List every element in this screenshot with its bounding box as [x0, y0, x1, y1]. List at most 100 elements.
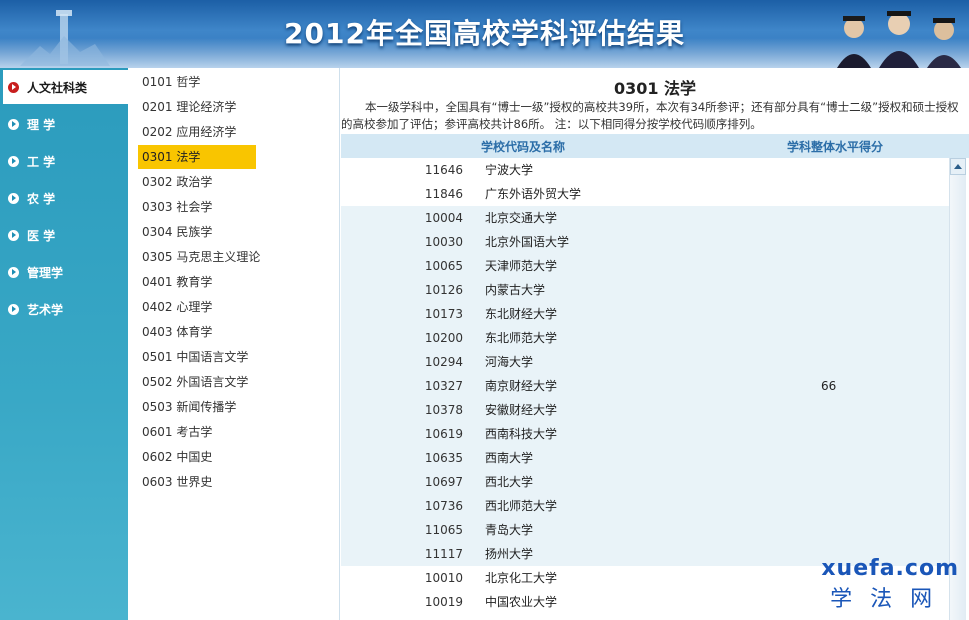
arrow-right-icon	[8, 192, 19, 204]
category-item[interactable]: 人文社科类	[3, 70, 128, 104]
table-row: 11065 青岛大学	[341, 518, 949, 542]
category-label: 理 学	[27, 117, 56, 132]
page: 2012年全国高校学科评估结果 人文社科类理 学工 学农 学医 学管理学 艺术学 …	[0, 0, 969, 620]
category-item[interactable]: 医 学	[3, 218, 128, 252]
table-row: 10200 东北师范大学	[341, 326, 949, 350]
school-code: 10619	[424, 427, 463, 441]
watermark: xuefa.com 学法网	[821, 556, 959, 613]
table-row: 11646 宁波大学	[341, 158, 949, 182]
table-row: 10030 北京外国语大学	[341, 230, 949, 254]
category-label: 艺术学	[27, 302, 64, 317]
scrollbar[interactable]	[949, 158, 966, 620]
school-name: 内蒙古大学	[485, 283, 546, 297]
subject-item[interactable]: 0202 应用经济学	[138, 120, 256, 144]
subject-title: 0301 法学	[613, 79, 697, 98]
category-sidebar: 人文社科类理 学工 学农 学医 学管理学艺术学	[0, 68, 128, 620]
school-code: 10010	[424, 571, 463, 585]
school-name: 北京化工大学	[485, 571, 558, 585]
subject-item[interactable]: 0303 社会学	[138, 195, 256, 219]
table-row: 10294 河海大学	[341, 350, 949, 374]
subject-item[interactable]: 0602 中国史	[138, 445, 256, 469]
table-row: 11846 广东外语外贸大学	[341, 182, 949, 206]
subject-item[interactable]: 0301 法学	[138, 145, 256, 169]
school-name: 河海大学	[485, 355, 534, 369]
subject-item[interactable]: 0101 哲学	[138, 70, 256, 94]
school-code: 11846	[424, 187, 463, 201]
school-name: 扬州大学	[485, 547, 534, 561]
school-name: 天津师范大学	[485, 259, 558, 273]
school-name: 南京财经大学	[485, 379, 558, 393]
subject-item[interactable]: 0401 教育学	[138, 270, 256, 294]
table-row: 10378 安徽财经大学	[341, 398, 949, 422]
table-row: 10619 西南科技大学	[341, 422, 949, 446]
school-name: 宁波大学	[485, 163, 534, 177]
arrow-right-icon	[8, 266, 19, 278]
category-label: 人文社科类	[27, 80, 88, 95]
school-code: 10736	[424, 499, 463, 513]
school-name: 广东外语外贸大学	[485, 187, 582, 201]
table-header: 学校代码及名称 学科整体水平得分	[341, 134, 969, 158]
subject-item[interactable]: 0501 中国语言文学	[138, 345, 256, 369]
subject-item[interactable]: 0402 心理学	[138, 295, 256, 319]
scroll-track[interactable]	[950, 175, 966, 620]
arrow-right-icon	[8, 303, 19, 315]
subject-item[interactable]: 0302 政治学	[138, 170, 256, 194]
table-row: 10736 西北师范大学	[341, 494, 949, 518]
category-item[interactable]: 艺术学	[3, 292, 128, 326]
watermark-name: 学法网	[830, 587, 951, 612]
category-item[interactable]: 管理学	[3, 255, 128, 289]
school-name: 西北师范大学	[485, 499, 558, 513]
school-name: 东北师范大学	[485, 331, 558, 345]
school-code: 10030	[424, 235, 463, 249]
category-item[interactable]: 工 学	[3, 144, 128, 178]
category-item[interactable]: 理 学	[3, 107, 128, 141]
subject-item[interactable]: 0304 民族学	[138, 220, 256, 244]
school-code: 10635	[424, 451, 463, 465]
school-code: 10697	[424, 475, 463, 489]
subject-list: 0101 哲学 0201 理论经济学 0202 应用经济学 0301 法学 0302 政…	[128, 68, 340, 620]
arrow-right-icon	[8, 81, 19, 93]
school-name: 西南大学	[485, 451, 534, 465]
banner-title: 2012年全国高校学科评估结果	[284, 17, 685, 50]
score-value: 66	[821, 379, 837, 393]
results-table: 11646 宁波大学 11846 广东外语外贸大学 10004 北京交通大学 10030 北京…	[341, 158, 949, 620]
school-code: 10004	[424, 211, 463, 225]
school-name: 东北财经大学	[485, 307, 558, 321]
school-code: 10294	[424, 355, 463, 369]
subject-item[interactable]: 0603 世界史	[138, 470, 256, 494]
school-code: 10327	[424, 379, 463, 393]
watermark-domain: xuefa.com	[821, 556, 959, 581]
subject-item[interactable]: 0201 理论经济学	[138, 95, 256, 119]
school-code: 10019	[424, 595, 463, 609]
school-code: 10126	[424, 283, 463, 297]
subject-item[interactable]: 0305 马克思主义理论	[138, 245, 260, 269]
table-row: 10327 南京财经大学 66	[341, 374, 949, 398]
main-panel: 0301 法学 本一级学科中，全国具有“博士一级”授权的高校共39所，本次有34…	[341, 68, 969, 620]
category-label: 医 学	[27, 228, 56, 243]
school-code: 11117	[424, 547, 463, 561]
subject-item[interactable]: 0502 外国语言文学	[138, 370, 256, 394]
subject-item[interactable]: 0601 考古学	[138, 420, 256, 444]
header-banner: 2012年全国高校学科评估结果	[0, 0, 969, 68]
arrow-right-icon	[8, 155, 19, 167]
school-code: 11065	[424, 523, 463, 537]
subject-item[interactable]: 0503 新闻传播学	[138, 395, 256, 419]
table-row: 10065 天津师范大学	[341, 254, 949, 278]
column-header-school: 学校代码及名称	[481, 140, 566, 154]
column-header-score: 学科整体水平得分	[787, 140, 884, 154]
subject-item[interactable]: 0403 体育学	[138, 320, 256, 344]
school-name: 中国农业大学	[485, 595, 558, 609]
school-code: 10173	[424, 307, 463, 321]
table-row: 10697 西北大学	[341, 470, 949, 494]
table-row: 10126 内蒙古大学	[341, 278, 949, 302]
category-label: 农 学	[27, 191, 56, 206]
category-item[interactable]: 农 学	[3, 181, 128, 215]
table-row: 10635 西南大学	[341, 446, 949, 470]
school-code: 10200	[424, 331, 463, 345]
arrow-right-icon	[8, 229, 19, 241]
category-label: 工 学	[27, 154, 56, 169]
subject-intro: 本一级学科中，全国具有“博士一级”授权的高校共39所，本次有34所参评；还有部分…	[341, 100, 959, 131]
school-name: 北京交通大学	[485, 211, 558, 225]
table-row: 10173 东北财经大学	[341, 302, 949, 326]
scroll-up-arrow-icon[interactable]	[950, 158, 966, 175]
